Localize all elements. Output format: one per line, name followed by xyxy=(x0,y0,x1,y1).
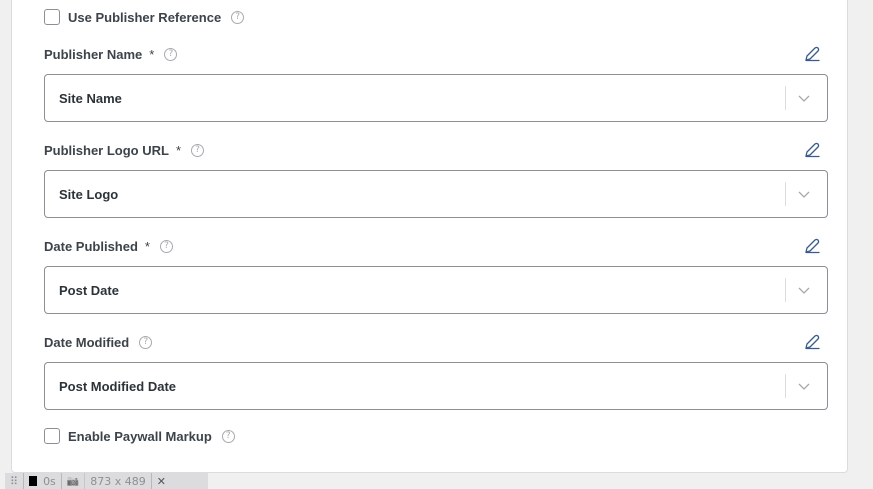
date-published-label: Date Published * ? xyxy=(44,237,173,255)
dimensions-readout: 873 x 489 xyxy=(85,473,152,489)
date-modified-select[interactable]: Post Modified Date xyxy=(44,362,828,410)
close-icon[interactable]: ✕ xyxy=(152,473,171,489)
select-value: Post Date xyxy=(59,282,119,298)
camera-icon[interactable]: 📷 xyxy=(62,473,86,489)
help-icon[interactable]: ? xyxy=(221,429,235,443)
pencil-icon[interactable] xyxy=(803,141,821,159)
select-value: Post Modified Date xyxy=(59,378,177,394)
required-marker: * xyxy=(175,142,182,158)
chevron-down-icon[interactable] xyxy=(797,91,811,105)
field-label-text: Publisher Name xyxy=(44,46,143,62)
select-separator xyxy=(785,86,786,110)
select-separator xyxy=(785,278,786,302)
timing-item[interactable]: 0s xyxy=(24,473,62,489)
publisher-logo-url-label: Publisher Logo URL * ? xyxy=(44,141,205,159)
color-swatch xyxy=(29,476,38,486)
select-separator xyxy=(785,182,786,206)
required-marker: * xyxy=(149,46,155,62)
chevron-down-icon[interactable] xyxy=(797,187,811,201)
pencil-icon[interactable] xyxy=(803,333,821,351)
pencil-icon[interactable] xyxy=(803,237,821,255)
required-marker: * xyxy=(144,238,150,254)
publisher-name-label: Publisher Name * ? xyxy=(44,45,178,63)
field-label-text: Date Published xyxy=(44,238,138,254)
chevron-down-icon[interactable] xyxy=(797,283,811,297)
use-publisher-reference-label: Use Publisher Reference xyxy=(68,9,222,25)
date-modified-label: Date Modified ? xyxy=(44,333,153,351)
chevron-down-icon[interactable] xyxy=(797,379,811,393)
publisher-logo-url-select[interactable]: Site Logo xyxy=(44,170,828,218)
help-icon[interactable]: ? xyxy=(164,47,178,61)
date-published-select[interactable]: Post Date xyxy=(44,266,828,314)
select-value: Site Name xyxy=(59,90,122,106)
help-icon[interactable]: ? xyxy=(231,10,245,24)
drag-handle-icon[interactable]: ⠿ xyxy=(5,473,25,489)
field-label-text: Date Modified xyxy=(44,334,130,350)
field-label-text: Publisher Logo URL xyxy=(44,142,169,158)
publisher-name-select[interactable]: Site Name xyxy=(44,74,828,122)
help-icon[interactable]: ? xyxy=(139,335,153,349)
select-separator xyxy=(785,374,786,398)
debug-toolbar: ⠿ 0s 📷 873 x 489 ✕ xyxy=(5,473,208,489)
help-icon[interactable]: ? xyxy=(191,143,205,157)
help-icon[interactable]: ? xyxy=(159,239,173,253)
use-publisher-reference-checkbox[interactable] xyxy=(44,9,60,25)
use-publisher-reference-row: Use Publisher Reference ? xyxy=(44,8,245,26)
enable-paywall-markup-row: Enable Paywall Markup ? xyxy=(44,427,235,445)
pencil-icon[interactable] xyxy=(803,45,821,63)
select-value: Site Logo xyxy=(59,186,119,202)
timing-value: 0s xyxy=(43,474,56,488)
enable-paywall-markup-checkbox[interactable] xyxy=(44,428,60,444)
enable-paywall-markup-label: Enable Paywall Markup xyxy=(68,428,212,444)
